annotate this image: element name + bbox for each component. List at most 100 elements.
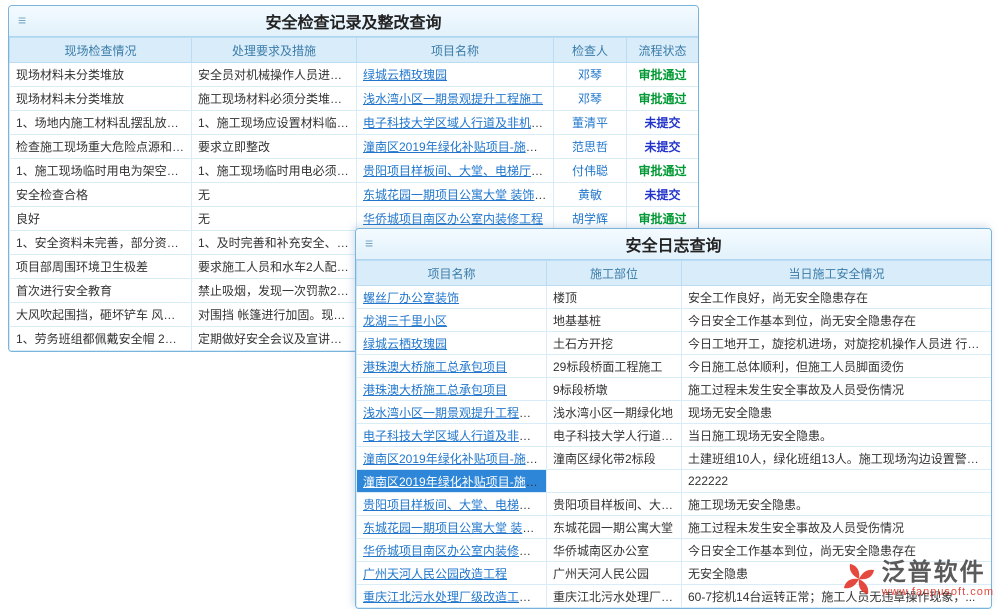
situation-cell: 222222 <box>682 470 992 493</box>
table-row[interactable]: 港珠澳大桥施工总承包项目9标段桥墩施工过程未发生安全事故及人员受伤情况 <box>357 378 992 401</box>
inspection-cell: 1、劳务班组都佩戴安全帽 2、安... <box>10 327 192 351</box>
table-row[interactable]: 螺丝厂办公室装饰楼顶安全工作良好，尚无安全隐患存在 <box>357 286 992 309</box>
project-cell-link[interactable]: 重庆江北污水处理厂级改造工程-道路修复 <box>363 590 547 604</box>
status-cell: 未提交 <box>627 183 699 207</box>
project-cell-link[interactable]: 港珠澳大桥施工总承包项目 <box>363 360 507 374</box>
location-cell: 广州天河人民公园 <box>547 562 682 585</box>
table-row[interactable]: 港珠澳大桥施工总承包项目29标段桥面工程施工今日施工总体顺利，但施工人员脚面烫伤 <box>357 355 992 378</box>
project-cell: 华侨城项目南区办公室内装修工程 <box>357 207 554 231</box>
project-cell-link[interactable]: 贵阳项目样板间、大堂、电梯厅装修工程 <box>363 164 554 178</box>
project-cell-link[interactable]: 潼南区2019年绿化补贴项目-施工2标段 <box>363 452 547 466</box>
measure-cell: 施工现场材料必须分类堆放整齐... <box>192 87 357 111</box>
status-cell: 审批通过 <box>627 207 699 231</box>
project-cell-link[interactable]: 广州天河人民公园改造工程 <box>363 567 507 581</box>
situation-cell: 土建班组10人，绿化班组13人。施工现场沟边设置警示标识，... <box>682 447 992 470</box>
list-icon: ≡ <box>365 235 373 251</box>
location-cell: 土石方开挖 <box>547 332 682 355</box>
col-header-project[interactable]: 项目名称 <box>357 261 547 286</box>
project-cell-link[interactable]: 绿城云栖玫瑰园 <box>363 337 447 351</box>
col-header-location[interactable]: 施工部位 <box>547 261 682 286</box>
col-header-status[interactable]: 流程状态 <box>627 38 699 63</box>
project-cell-link[interactable]: 电子科技大学区域人行道及非机动车道工程 <box>363 116 554 130</box>
project-cell-link[interactable]: 龙湖三千里小区 <box>363 314 447 328</box>
inspector-cell: 黄敏 <box>554 183 627 207</box>
location-cell: 浅水湾小区一期绿化地 <box>547 401 682 424</box>
table-row[interactable]: 良好无华侨城项目南区办公室内装修工程胡学辉审批通过 <box>10 207 699 231</box>
project-cell-link[interactable]: 浅水湾小区一期景观提升工程施工 <box>363 92 543 106</box>
project-cell-link[interactable]: 绿城云栖玫瑰园 <box>363 68 447 82</box>
log-panel-titlebar: ≡ 安全日志查询 <box>356 229 991 260</box>
project-cell-link[interactable]: 港珠澳大桥施工总承包项目 <box>363 383 507 397</box>
inspection-cell: 安全检查合格 <box>10 183 192 207</box>
project-cell-link[interactable]: 潼南区2019年绿化补贴项目-施工2标段 <box>363 475 547 489</box>
inspection-cell: 1、施工现场临时用电为架空。2... <box>10 159 192 183</box>
col-header-inspector[interactable]: 检查人 <box>554 38 627 63</box>
table-row[interactable]: 现场材料未分类堆放安全员对机械操作人员进行安全...绿城云栖玫瑰园邓琴审批通过 <box>10 63 699 87</box>
situation-cell: 现场无安全隐患 <box>682 401 992 424</box>
fanpu-watermark: 泛普软件 www.fanpusoft.com <box>841 560 994 598</box>
table-row[interactable]: 现场材料未分类堆放施工现场材料必须分类堆放整齐... 浅水湾小区一期景观提升工程施… <box>10 87 699 111</box>
project-cell: 电子科技大学区域人行道及非机动车道工程 <box>357 111 554 135</box>
inspection-cell: 首次进行安全教育 <box>10 279 192 303</box>
project-cell-link[interactable]: 贵阳项目样板间、大堂、电梯厅装修工程 <box>363 498 547 512</box>
project-cell: 贵阳项目样板间、大堂、电梯厅装修工程 <box>357 159 554 183</box>
col-header-measure[interactable]: 处理要求及措施 <box>192 38 357 63</box>
situation-cell: 今日施工总体顺利，但施工人员脚面烫伤 <box>682 355 992 378</box>
col-header-check[interactable]: 现场检查情况 <box>10 38 192 63</box>
table-row[interactable]: 安全检查合格无东城花园一期项目公寓大堂 装饰工程黄敏未提交 <box>10 183 699 207</box>
inspection-cell: 现场材料未分类堆放 <box>10 63 192 87</box>
project-cell: 电子科技大学区域人行道及非机动车道工程 <box>357 424 547 447</box>
inspection-panel-title: 安全检查记录及整改查询 <box>265 9 441 33</box>
project-cell-link[interactable]: 潼南区2019年绿化补贴项目-施工2标段 <box>363 140 554 154</box>
table-row[interactable]: 潼南区2019年绿化补贴项目-施工2标段潼南区绿化带2标段土建班组10人，绿化班… <box>357 447 992 470</box>
inspection-cell: 良好 <box>10 207 192 231</box>
measure-cell: 禁止吸烟，发现一次罚款2000... <box>192 279 357 303</box>
table-row[interactable]: 绿城云栖玫瑰园 土石方开挖今日工地开工，旋挖机进场，对旋挖机操作人员进 行安全技术… <box>357 332 992 355</box>
table-row[interactable]: 1、施工现场临时用电为架空。2...1、施工现场临时用电必须架空...贵阳项目样… <box>10 159 699 183</box>
location-cell: 楼顶 <box>547 286 682 309</box>
inspection-cell: 检查施工现场重大危险点源和文... <box>10 135 192 159</box>
project-cell-link[interactable]: 东城花园一期项目公寓大堂 装饰工程 <box>363 521 547 535</box>
table-row[interactable]: 电子科技大学区域人行道及非机动车道工程电子科技大学人行道及非...当日施工现场无… <box>357 424 992 447</box>
project-cell: 港珠澳大桥施工总承包项目 <box>357 378 547 401</box>
table-row[interactable]: 贵阳项目样板间、大堂、电梯厅装修工程贵阳项目样板间、大堂、...施工现场无安全隐… <box>357 493 992 516</box>
col-header-situation[interactable]: 当日施工安全情况 <box>682 261 992 286</box>
project-cell: 贵阳项目样板间、大堂、电梯厅装修工程 <box>357 493 547 516</box>
measure-cell: 对围挡 帐篷进行加固。现场规... <box>192 303 357 327</box>
project-cell-link[interactable]: 东城花园一期项目公寓大堂 装饰工程 <box>363 188 554 202</box>
inspector-cell: 邓琴 <box>554 63 627 87</box>
project-cell: 浅水湾小区一期景观提升工程施工 <box>357 401 547 424</box>
inspection-panel-titlebar: ≡ 安全检查记录及整改查询 <box>9 6 698 37</box>
project-cell-link[interactable]: 螺丝厂办公室装饰 <box>363 291 459 305</box>
inspector-cell: 邓琴 <box>554 87 627 111</box>
project-cell-link[interactable]: 华侨城项目南区办公室内装修工程 <box>363 212 543 226</box>
situation-cell: 今日工地开工，旋挖机进场，对旋挖机操作人员进 行安全技术... <box>682 332 992 355</box>
project-cell: 浅水湾小区一期景观提升工程施工 <box>357 87 554 111</box>
table-row[interactable]: 潼南区2019年绿化补贴项目-施工2标段 222222 <box>357 470 992 493</box>
project-cell: 龙湖三千里小区 <box>357 309 547 332</box>
table-row[interactable]: 检查施工现场重大危险点源和文...要求立即整改潼南区2019年绿化补贴项目-施工… <box>10 135 699 159</box>
project-cell-link[interactable]: 电子科技大学区域人行道及非机动车道工程 <box>363 429 547 443</box>
inspector-cell: 范思哲 <box>554 135 627 159</box>
table-row[interactable]: 龙湖三千里小区地基基桩今日安全工作基本到位，尚无安全隐患存在 <box>357 309 992 332</box>
safety-log-panel: ≡ 安全日志查询 项目名称 施工部位 当日施工安全情况 螺丝厂办公室装饰楼顶安全… <box>355 228 992 609</box>
project-cell-link[interactable]: 浅水湾小区一期景观提升工程施工 <box>363 406 543 420</box>
inspection-cell: 项目部周围环境卫生极差 <box>10 255 192 279</box>
col-header-project[interactable]: 项目名称 <box>357 38 554 63</box>
fanpu-logo-url: www.fanpusoft.com <box>882 586 994 598</box>
status-cell: 未提交 <box>627 111 699 135</box>
table-row[interactable]: 浅水湾小区一期景观提升工程施工浅水湾小区一期绿化地现场无安全隐患 <box>357 401 992 424</box>
inspection-cell: 大风吹起围挡，砸坏铲车 风挡玻... <box>10 303 192 327</box>
table-row[interactable]: 1、场地内施工材料乱摆乱放。2...1、施工现场应设置材料临时摆...电子科技大… <box>10 111 699 135</box>
measure-cell: 1、施工现场应设置材料临时摆... <box>192 111 357 135</box>
inspector-cell: 付伟聪 <box>554 159 627 183</box>
fanpu-logo-text-block: 泛普软件 www.fanpusoft.com <box>882 560 994 598</box>
inspector-cell: 胡学辉 <box>554 207 627 231</box>
project-cell-link[interactable]: 华侨城项目南区办公室内装修工程 <box>363 544 543 558</box>
table-row[interactable]: 东城花园一期项目公寓大堂 装饰工程东城花园一期公寓大堂施工过程未发生安全事故及人… <box>357 516 992 539</box>
inspection-cell: 1、安全资料未完善，部分资料丢... <box>10 231 192 255</box>
inspection-cell: 现场材料未分类堆放 <box>10 87 192 111</box>
location-cell <box>547 470 682 493</box>
inspector-cell: 董清平 <box>554 111 627 135</box>
log-table: 项目名称 施工部位 当日施工安全情况 螺丝厂办公室装饰楼顶安全工作良好，尚无安全… <box>356 260 992 608</box>
